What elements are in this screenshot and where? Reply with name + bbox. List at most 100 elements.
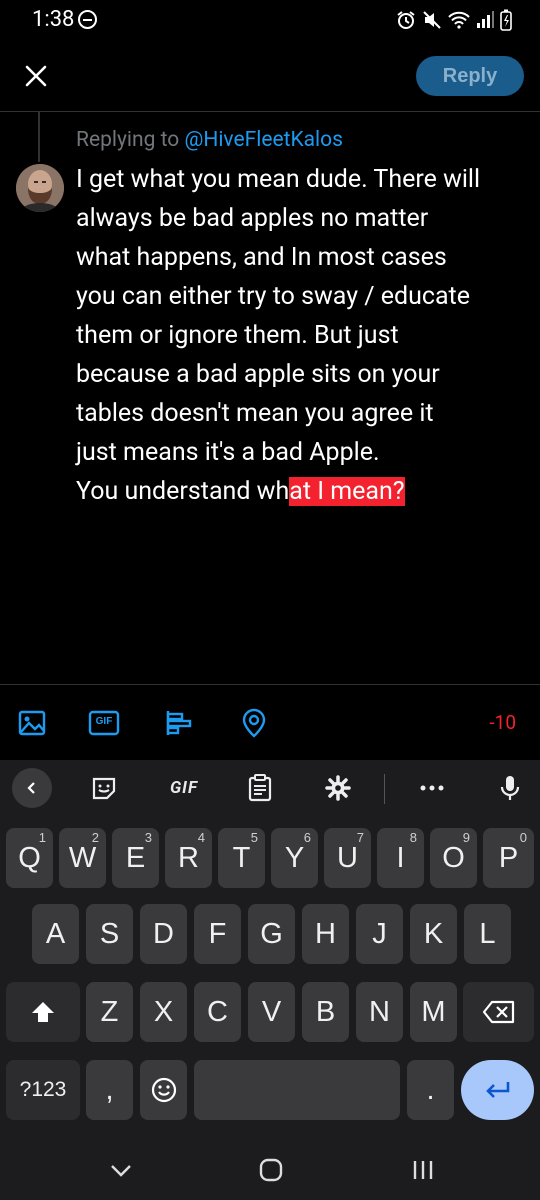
key-label: P (498, 841, 519, 874)
key-v[interactable]: V (248, 982, 295, 1042)
key-label: E (125, 841, 146, 874)
key-label: Y (284, 841, 305, 874)
clipboard-icon (248, 774, 272, 802)
location-button[interactable] (238, 707, 270, 739)
text-line: what happens, and In most cases (76, 243, 447, 272)
key-k[interactable]: K (410, 904, 457, 964)
key-label: W (68, 841, 97, 874)
emoji-key[interactable] (140, 1060, 187, 1120)
media-button[interactable] (16, 707, 48, 739)
key-f[interactable]: F (194, 904, 241, 964)
key-g[interactable]: G (248, 904, 295, 964)
location-pin-icon (242, 708, 266, 738)
key-hint: 9 (462, 830, 470, 845)
microphone-icon (500, 776, 520, 800)
key-b[interactable]: B (302, 982, 349, 1042)
key-i[interactable]: I8 (377, 828, 424, 888)
key-hint: 1 (38, 830, 46, 845)
key-n[interactable]: N (356, 982, 403, 1042)
alarm-icon (397, 11, 415, 29)
close-button[interactable] (18, 58, 54, 94)
comma-key[interactable]: , (86, 1060, 133, 1120)
avatar (16, 164, 64, 212)
key-hint: 2 (91, 830, 99, 845)
keyboard-settings-button[interactable] (318, 770, 358, 806)
system-navbar (0, 1140, 540, 1200)
keyboard-toolbar-divider (384, 774, 385, 804)
voice-input-button[interactable] (490, 770, 530, 806)
battery-icon (500, 9, 512, 31)
key-u[interactable]: U7 (324, 828, 371, 888)
enter-key[interactable] (461, 1060, 534, 1120)
poll-icon (166, 711, 192, 735)
nav-home-button[interactable] (251, 1154, 291, 1186)
key-label: T (232, 841, 251, 874)
sticker-button[interactable] (84, 770, 124, 806)
key-hint: 4 (197, 830, 205, 845)
key-w[interactable]: W2 (59, 828, 106, 888)
wifi-icon (448, 11, 470, 29)
text-line: you can either try to sway / educate (76, 282, 470, 311)
space-key[interactable] (194, 1060, 400, 1120)
compose-text[interactable]: I get what you mean dude. There will alw… (76, 160, 532, 511)
more-options-button[interactable] (412, 770, 452, 806)
gif-button[interactable]: GIF (88, 707, 120, 739)
reply-button[interactable]: Reply (416, 56, 524, 96)
replying-handle-link[interactable]: @HiveFleetKalos (184, 128, 343, 152)
mute-icon (423, 11, 441, 29)
keyboard-toolbar: GIF (0, 760, 540, 816)
key-j[interactable]: J (356, 904, 403, 964)
key-label: R (178, 841, 199, 874)
clipboard-button[interactable] (240, 770, 280, 806)
backspace-key[interactable] (463, 982, 534, 1042)
text-line: tables doesn't mean you agree it (76, 399, 434, 428)
period-key[interactable]: . (407, 1060, 454, 1120)
key-q[interactable]: Q1 (6, 828, 53, 888)
key-label: O (442, 841, 465, 874)
gear-icon (325, 775, 351, 801)
image-icon (18, 710, 46, 736)
text-overflow-highlight: at I mean? (289, 477, 405, 506)
nav-back-button[interactable] (101, 1154, 141, 1186)
key-o[interactable]: O9 (430, 828, 477, 888)
replying-prefix: Replying to (76, 128, 180, 152)
key-r[interactable]: R4 (165, 828, 212, 888)
text-line: always be bad apples no matter (76, 204, 429, 233)
poll-button[interactable] (163, 707, 195, 739)
key-c[interactable]: C (194, 982, 241, 1042)
signal-icon (477, 11, 494, 28)
key-s[interactable]: S (86, 904, 133, 964)
text-line: I get what you mean dude. There will (76, 165, 481, 194)
gif-label: GIF (95, 716, 113, 727)
key-t[interactable]: T5 (218, 828, 265, 888)
key-d[interactable]: D (140, 904, 187, 964)
key-a[interactable]: A (32, 904, 79, 964)
key-p[interactable]: P0 (483, 828, 534, 888)
text-line: just means it's a bad Apple. (76, 438, 380, 467)
key-h[interactable]: H (302, 904, 349, 964)
key-label: U (337, 841, 358, 874)
recents-icon (413, 1161, 433, 1179)
sticker-icon (92, 777, 116, 800)
key-hint: 0 (519, 830, 527, 845)
key-z[interactable]: Z (86, 982, 133, 1042)
key-l[interactable]: L (464, 904, 511, 964)
close-icon (25, 65, 47, 87)
symbols-key[interactable]: ?123 (6, 1060, 80, 1120)
key-y[interactable]: Y6 (271, 828, 318, 888)
key-e[interactable]: E3 (112, 828, 159, 888)
key-m[interactable]: M (410, 982, 457, 1042)
nav-recents-button[interactable] (403, 1154, 443, 1186)
keyboard-collapse-button[interactable] (12, 768, 52, 808)
keyboard-gif-button[interactable]: GIF (160, 770, 208, 806)
more-dots-icon (420, 785, 444, 791)
key-x[interactable]: X (140, 982, 187, 1042)
text-normal: You understand wh (76, 477, 290, 506)
status-bar: 1:38 (0, 0, 540, 40)
enter-arrow-icon (485, 1082, 509, 1098)
keyboard: GIF Q1 W2 E3 R4 T5 Y6 U7 I8 O9 P0 A S D … (0, 760, 540, 1140)
shift-key[interactable] (6, 982, 80, 1042)
thread-line (38, 112, 40, 162)
key-hint: 6 (303, 830, 311, 845)
status-time: 1:38 (32, 7, 75, 32)
